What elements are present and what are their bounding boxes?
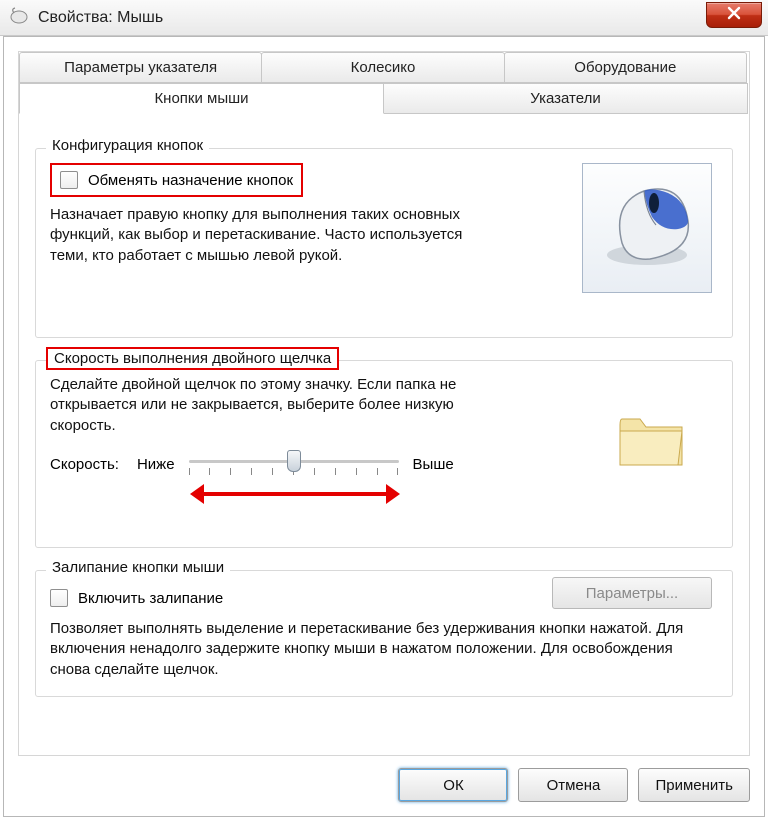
clicklock-checkbox[interactable] <box>50 589 68 607</box>
titlebar: Свойства: Мышь <box>0 0 768 36</box>
swap-buttons-checkbox[interactable] <box>60 171 78 189</box>
tab-hardware[interactable]: Оборудование <box>504 52 747 83</box>
speed-label: Скорость: <box>50 456 119 473</box>
speed-slider-thumb[interactable] <box>287 450 301 472</box>
tab-control: Параметры указателя Колесико Оборудовани… <box>18 51 750 756</box>
window-title: Свойства: Мышь <box>38 9 163 27</box>
apply-button[interactable]: Применить <box>638 768 750 802</box>
mouse-illustration <box>582 163 712 293</box>
speed-slider[interactable] <box>189 450 399 480</box>
clicklock-settings-button: Параметры... <box>552 577 712 609</box>
close-button[interactable] <box>706 2 762 28</box>
tab-body-buttons: Конфигурация кнопок Обменять назначение … <box>19 124 749 755</box>
swap-buttons-desc: Назначает правую кнопку для выполнения т… <box>50 205 480 266</box>
tab-buttons[interactable]: Кнопки мыши <box>19 83 384 114</box>
clicklock-settings-label: Параметры... <box>586 585 678 602</box>
group-button-config-legend: Конфигурация кнопок <box>46 137 209 154</box>
mouse-icon <box>8 7 30 29</box>
tabs-row-2: Кнопки мыши Указатели <box>19 83 749 114</box>
group-clicklock: Залипание кнопки мыши Включить залипание… <box>35 570 733 697</box>
tab-pointer-options[interactable]: Параметры указателя <box>19 52 262 83</box>
tab-pointers[interactable]: Указатели <box>383 83 748 114</box>
tabs-row-1: Параметры указателя Колесико Оборудовани… <box>19 52 749 83</box>
clicklock-desc: Позволяет выполнять выделение и перетаск… <box>50 619 690 680</box>
tab-wheel[interactable]: Колесико <box>261 52 504 83</box>
group-double-click: Скорость выполнения двойного щелчка Сдел… <box>35 360 733 548</box>
group-clicklock-legend: Залипание кнопки мыши <box>46 559 230 576</box>
group-button-config: Конфигурация кнопок Обменять назначение … <box>35 148 733 338</box>
swap-buttons-label: Обменять назначение кнопок <box>88 172 293 189</box>
speed-low-label: Ниже <box>137 456 175 473</box>
dialog-buttons: ОК Отмена Применить <box>398 768 750 802</box>
folder-test-icon[interactable] <box>592 385 712 495</box>
double-click-desc: Сделайте двойной щелчок по этому значку.… <box>50 375 470 436</box>
cancel-button[interactable]: Отмена <box>518 768 628 802</box>
annotation-arrow <box>190 484 400 504</box>
swap-buttons-row: Обменять назначение кнопок <box>50 163 303 197</box>
clicklock-label: Включить залипание <box>78 590 223 607</box>
dialog-client: Параметры указателя Колесико Оборудовани… <box>3 36 765 817</box>
group-double-click-legend: Скорость выполнения двойного щелчка <box>46 347 339 370</box>
speed-high-label: Выше <box>413 456 454 473</box>
close-icon <box>727 6 741 24</box>
ok-button[interactable]: ОК <box>398 768 508 802</box>
